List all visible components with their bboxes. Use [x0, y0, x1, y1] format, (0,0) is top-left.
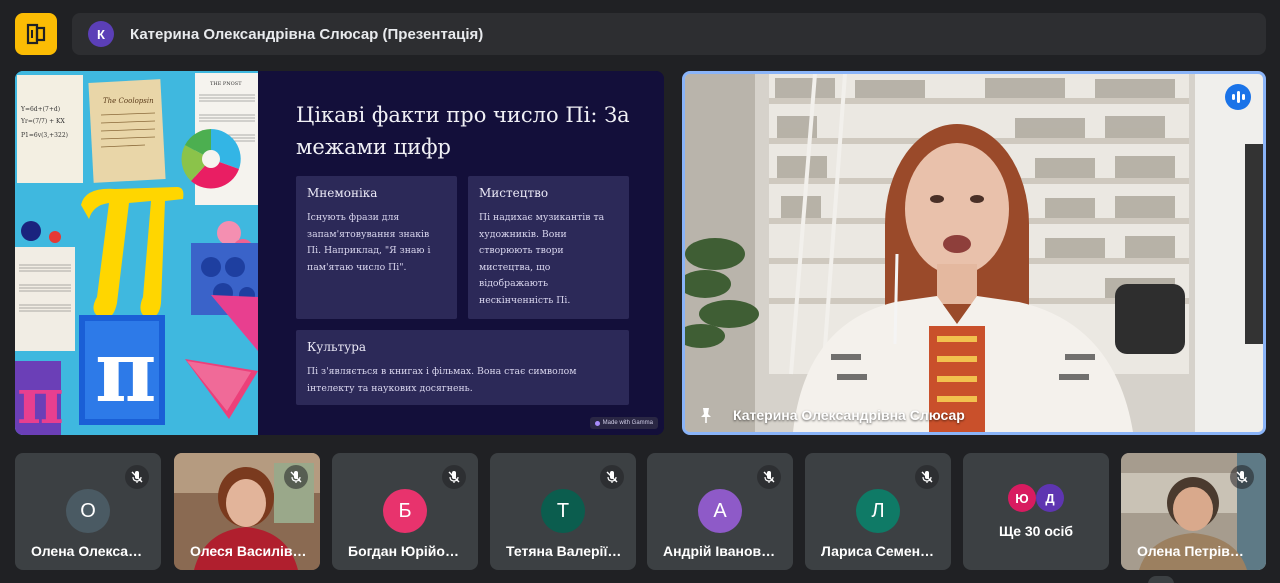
pi-symbol-blue: π [95, 322, 156, 421]
participant-tile[interactable]: О Олена Олекса… [15, 453, 161, 570]
note-line-1: Y=6d+(7+d) [20, 106, 60, 113]
note-line-3: P1=6v(3,+322) [21, 132, 68, 139]
participant-avatar: Ю [1008, 484, 1036, 512]
participant-name: Олеся Василів… [190, 543, 307, 559]
present-icon [26, 23, 46, 45]
card-culture: Культура Пі з'являється в книгах і фільм… [296, 330, 629, 405]
sheet-title: THE PNOST [210, 81, 242, 87]
slide-illustration: Y=6d+(7+d) Yr=(7/7) + KX P1=6v(3,+322) T… [15, 71, 258, 435]
pin-icon[interactable] [697, 406, 715, 424]
presentation-title: Катерина Олександрівна Слюсар (Презентац… [130, 25, 484, 43]
paper-title: The Coolopsin [103, 97, 154, 105]
pi-symbol-pink: π [17, 364, 64, 435]
participant-avatar: О [66, 489, 110, 533]
participant-name: Олена Олекса… [31, 543, 143, 559]
participant-avatar: А [698, 489, 742, 533]
card-text: Пі з'являється в книгах і фільмах. Вона … [307, 366, 577, 394]
presentation-title-bar[interactable]: К Катерина Олександрівна Слюсар (Презент… [72, 13, 1266, 55]
speaker-video-frame [685, 74, 1263, 432]
participant-tile-video[interactable]: Олена Петрів… [1121, 453, 1266, 570]
card-text: Існують фрази для запам'ятовування знакі… [307, 212, 431, 273]
participant-avatar: Б [383, 489, 427, 533]
slide-text-area: Цікаві факти про число Пі: За межами циф… [258, 71, 664, 435]
mic-off-icon [600, 465, 624, 489]
participant-tile[interactable]: Б Богдан Юрійо… [332, 453, 478, 570]
participant-tile[interactable]: Л Лариса Семен… [805, 453, 951, 570]
card-mnemonics: Мнемоніка Існують фрази для запам'ятовув… [296, 176, 457, 319]
speaker-name: Катерина Олександрівна Слюсар [733, 407, 965, 423]
more-participants-avatars: Ю Д [1008, 484, 1064, 512]
participant-avatar: Т [541, 489, 585, 533]
slide-title: Цікаві факти про число Пі: За межами циф… [296, 103, 630, 159]
speaking-indicator-icon [1225, 84, 1251, 110]
scroll-handle[interactable] [1148, 576, 1174, 583]
mic-off-icon [284, 465, 308, 489]
participant-name: Тетяна Валерії… [506, 543, 622, 559]
more-participants-label: Ще 30 осіб [998, 523, 1074, 539]
gamma-badge-label: Made with Gamma [602, 420, 653, 426]
participant-name: Андрій Іванов… [663, 543, 776, 559]
gamma-logo-icon [594, 420, 600, 426]
participant-tile-video[interactable]: Олеся Василів… [174, 453, 320, 570]
participant-name: Богдан Юрійо… [348, 543, 459, 559]
pi-collage-image: Y=6d+(7+d) Yr=(7/7) + KX P1=6v(3,+322) T… [15, 71, 258, 435]
participant-tile[interactable]: Т Тетяна Валерії… [490, 453, 636, 570]
card-title: Культура [307, 340, 367, 354]
participant-tile[interactable]: А Андрій Іванов… [647, 453, 793, 570]
mic-off-icon [915, 465, 939, 489]
mic-off-icon [442, 465, 466, 489]
presenter-avatar: К [88, 21, 114, 47]
card-title: Мнемоніка [307, 186, 378, 200]
participant-name: Лариса Семен… [821, 543, 935, 559]
mic-off-icon [125, 465, 149, 489]
gamma-badge[interactable]: Made with Gamma [589, 417, 658, 429]
more-participants-tile[interactable]: Ю Д Ще 30 осіб [963, 453, 1109, 570]
meet-window: К Катерина Олександрівна Слюсар (Презент… [0, 0, 1280, 583]
participant-name: Олена Петрів… [1137, 543, 1244, 559]
card-text: Пі надихає музикантів та художників. Вон… [479, 212, 605, 306]
mic-off-icon [1230, 465, 1254, 489]
speaker-video-tile[interactable]: Катерина Олександрівна Слюсар [682, 71, 1266, 435]
participant-avatar: Л [856, 489, 900, 533]
card-art: Мистецтво Пі надихає музикантів та худож… [468, 176, 629, 319]
app-logo[interactable] [15, 13, 57, 55]
card-title: Мистецтво [479, 186, 549, 200]
participant-avatar: Д [1036, 484, 1064, 512]
shared-presentation[interactable]: Y=6d+(7+d) Yr=(7/7) + KX P1=6v(3,+322) T… [15, 71, 664, 435]
mic-off-icon [757, 465, 781, 489]
note-line-2: Yr=(7/7) + KX [20, 118, 66, 125]
